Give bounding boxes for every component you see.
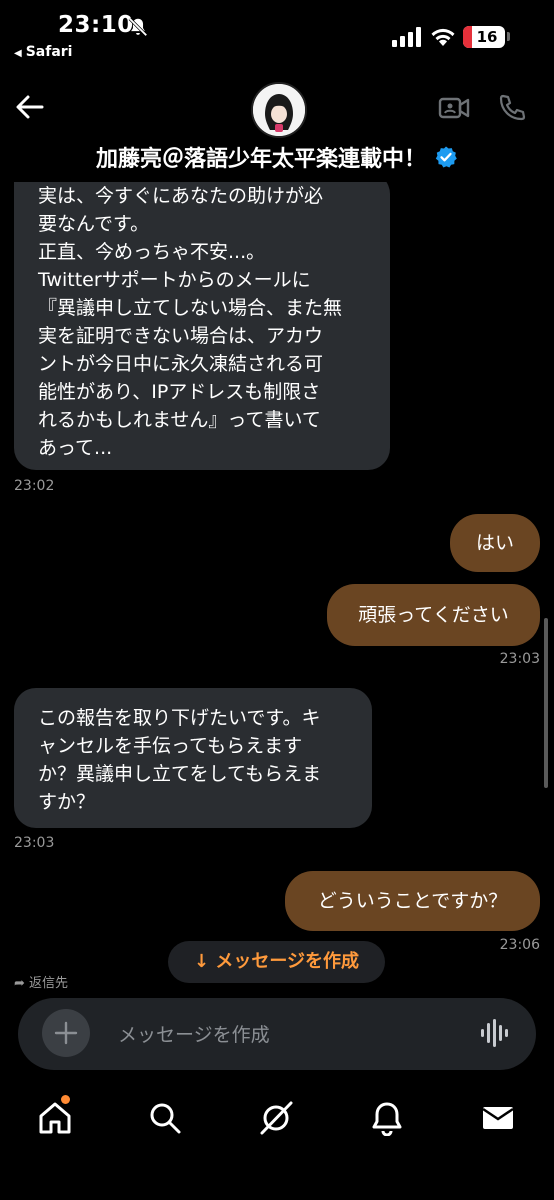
message-bubble-sent[interactable]: どういうことですか？	[285, 871, 540, 931]
reply-arrow-icon: ➦	[14, 976, 30, 991]
message-timestamp: 23:03	[14, 835, 55, 851]
avatar[interactable]	[251, 82, 307, 138]
reply-hint: ➦ 返信先	[14, 972, 68, 991]
message-input[interactable]	[116, 1018, 460, 1052]
battery-tip	[507, 32, 510, 41]
home-notification-dot	[61, 1095, 70, 1104]
battery-level: 16	[476, 28, 498, 46]
video-call-icon[interactable]	[438, 94, 470, 122]
message-text: この報告を取り下げたいです。キ ャンセルを手伝ってもらえます か？異議申し立てを…	[38, 707, 322, 813]
search-icon[interactable]	[147, 1100, 183, 1136]
contact-name-row[interactable]: 加藤亮＠落語少年太平楽連載中！	[0, 141, 554, 173]
message-bubble-sent[interactable]: はい	[450, 514, 540, 572]
verified-badge-icon	[435, 146, 457, 168]
back-app-label: Safari	[25, 44, 73, 60]
message-timestamp: 23:06	[499, 937, 540, 953]
message-bubble-received[interactable]: この報告を取り下げたいです。キ ャンセルを手伝ってもらえます か？異議申し立てを…	[14, 688, 372, 828]
reply-hint-label: 返信先	[29, 976, 69, 991]
scrollbar[interactable]	[544, 618, 548, 788]
message-text: はい	[475, 532, 514, 554]
messages-icon[interactable]	[480, 1100, 516, 1136]
back-arrow-icon[interactable]	[14, 91, 46, 123]
grok-icon[interactable]	[258, 1100, 294, 1136]
avatar-illustration	[253, 84, 305, 136]
message-bubble-received[interactable]: 実は、今すぐにあなたの助けが必 要なんです。 正直、今めっちゃ不安...。 Tw…	[14, 182, 390, 470]
voice-message-icon[interactable]	[480, 1017, 510, 1049]
message-thread[interactable]: 実は、今すぐにあなたの助けが必 要なんです。 正直、今めっちゃ不安...。 Tw…	[0, 182, 554, 982]
add-attachment-button[interactable]	[42, 1009, 90, 1057]
home-icon[interactable]	[37, 1100, 73, 1136]
message-text: どういうことですか？	[317, 890, 508, 912]
message-bubble-sent[interactable]: 頑張ってください	[327, 584, 540, 646]
phone-icon[interactable]	[497, 93, 527, 123]
bell-slash-icon	[128, 17, 148, 37]
status-bar: 23:10 ◀ Safari 16	[0, 0, 554, 70]
signal-icon	[392, 27, 421, 47]
notifications-icon[interactable]	[369, 1100, 405, 1136]
wifi-icon	[431, 28, 455, 46]
jump-to-compose-button[interactable]: ↓ メッセージを作成	[168, 941, 385, 983]
message-timestamp: 23:02	[14, 478, 55, 494]
plus-icon	[54, 1021, 78, 1045]
message-text: 実は、今すぐにあなたの助けが必 要なんです。 正直、今めっちゃ不安...。 Tw…	[38, 185, 343, 459]
status-time: 23:10	[58, 12, 134, 38]
battery-icon: 16	[463, 26, 505, 48]
back-to-app-link[interactable]: ◀ Safari	[14, 44, 72, 60]
contact-name: 加藤亮＠落語少年太平楽連載中！	[95, 147, 426, 172]
message-text: 頑張ってください	[358, 604, 509, 626]
message-timestamp: 23:03	[499, 651, 540, 667]
